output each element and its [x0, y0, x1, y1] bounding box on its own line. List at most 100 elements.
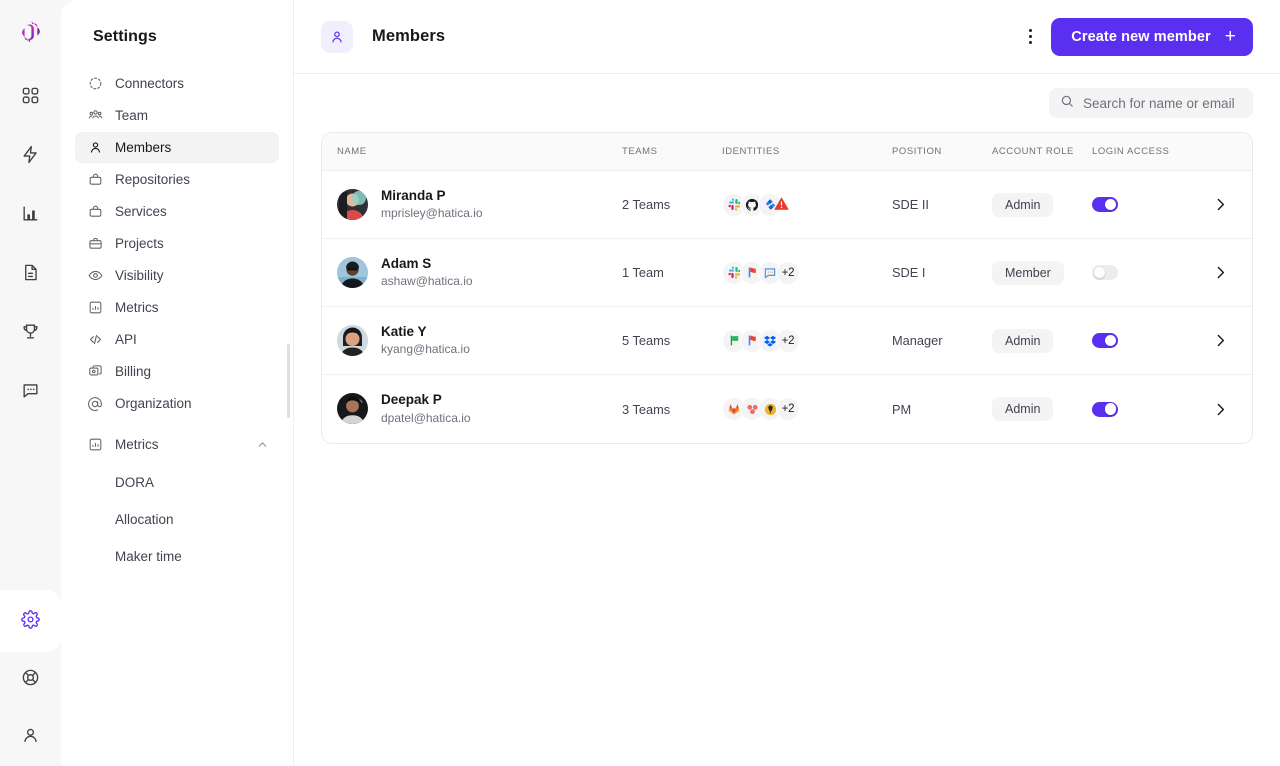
chevron-right-icon[interactable] [1212, 332, 1229, 349]
identities-cell: +2 [722, 397, 892, 421]
app-root: Settings Connectors Team Members Reposit… [0, 0, 1280, 766]
analytics-icon[interactable] [14, 196, 48, 230]
icon-rail [0, 0, 61, 766]
column-header-name: NAME [337, 146, 367, 157]
account-role-cell: Member [992, 260, 1092, 285]
sidebar-item-metrics[interactable]: Metrics [75, 292, 279, 323]
identity-stack: +2 [722, 260, 892, 285]
sidebar-item-organization[interactable]: Organization [75, 388, 279, 419]
hatica-logo[interactable] [15, 16, 47, 48]
create-new-member-button[interactable]: Create new member + [1051, 17, 1253, 56]
sidebar-subitem-maker-time[interactable]: Maker time [75, 541, 279, 571]
member-email: kyang@hatica.io [381, 342, 470, 357]
member-name-block: Adam S ashaw@hatica.io [381, 255, 473, 290]
member-identity-cell: Deepak P dpatel@hatica.io [322, 391, 622, 426]
sidebar-scrollbar[interactable] [284, 0, 293, 766]
page-title: Members [372, 27, 446, 45]
member-position: SDE II [892, 197, 929, 212]
chevron-right-icon[interactable] [1212, 401, 1229, 418]
identity-more-count[interactable]: +2 [776, 397, 800, 421]
dashboard-icon[interactable] [14, 78, 48, 112]
member-position: SDE I [892, 265, 926, 280]
login-access-toggle[interactable] [1092, 401, 1118, 417]
sidebar-item-visibility[interactable]: Visibility [75, 260, 279, 291]
sidebar-item-label: Visibility [115, 268, 164, 283]
row-actions [1212, 196, 1252, 213]
rail-primary-group [14, 78, 48, 407]
sidebar-item-members[interactable]: Members [75, 132, 279, 163]
plus-icon: + [1224, 25, 1236, 47]
sidebar-item-repositories[interactable]: Repositories [75, 164, 279, 195]
table-row[interactable]: Katie Y kyang@hatica.io 5 Teams +2 Manag… [322, 307, 1252, 375]
sidebar-scrollbar-thumb[interactable] [286, 344, 290, 418]
member-email: dpatel@hatica.io [381, 410, 471, 425]
profile-icon[interactable] [14, 718, 48, 752]
member-identity-cell: Miranda P mprisley@hatica.io [322, 187, 622, 222]
rail-bottom-group [14, 602, 48, 766]
login-access-toggle[interactable] [1092, 333, 1118, 348]
column-header-position: POSITION [892, 146, 942, 157]
member-name: Adam S [381, 255, 432, 271]
identities-cell: +2 [722, 260, 892, 285]
at-icon [87, 396, 103, 412]
identity-stack: +2 [722, 397, 892, 421]
member-icon [87, 140, 103, 156]
sidebar-item-services[interactable]: Services [75, 196, 279, 227]
support-icon[interactable] [14, 660, 48, 694]
table-row[interactable]: Deepak P dpatel@hatica.io 3 Teams +2 PM … [322, 375, 1252, 443]
sidebar-item-label: Members [115, 140, 172, 155]
repository-icon [87, 172, 103, 188]
sidebar-group-metrics[interactable]: Metrics [75, 429, 279, 460]
identities-cell: +2 [722, 328, 892, 353]
row-actions [1212, 401, 1252, 418]
metrics-group-icon [87, 437, 103, 453]
activity-icon[interactable] [14, 137, 48, 171]
table-header-row: NAME TEAMS IDENTITIES POSITION ACCOUNT R… [322, 133, 1252, 171]
identity-more-count[interactable]: +2 [776, 328, 800, 353]
identity-warning-icon[interactable] [773, 195, 790, 217]
sidebar-item-label: Billing [115, 364, 152, 379]
chevron-right-icon[interactable] [1212, 264, 1229, 281]
documents-icon[interactable] [14, 255, 48, 289]
sidebar-item-label: Repositories [115, 172, 191, 187]
sidebar-item-label: API [115, 332, 137, 347]
sidebar-item-connectors[interactable]: Connectors [75, 68, 279, 99]
sidebar-title: Settings [93, 28, 157, 45]
member-icon [321, 20, 353, 53]
identity-stack: +2 [722, 328, 892, 353]
identity-more-count[interactable]: +2 [776, 260, 800, 285]
main-content: Members Create new member + Search for n… [293, 0, 1280, 766]
status-badge: Admin [992, 328, 1054, 353]
service-icon [87, 204, 103, 220]
settings-icon[interactable] [14, 602, 48, 636]
login-access-toggle[interactable] [1092, 265, 1118, 280]
settings-sidebar: Settings Connectors Team Members Reposit… [61, 0, 293, 766]
table-row[interactable]: Adam S ashaw@hatica.io 1 Team +2 SDE I M… [322, 239, 1252, 307]
login-access-cell [1092, 401, 1212, 417]
sidebar-group-label: Metrics [115, 437, 159, 452]
login-access-cell [1092, 197, 1212, 212]
chevron-right-icon[interactable] [1212, 196, 1229, 213]
eye-icon [87, 268, 103, 284]
member-identity-cell: Katie Y kyang@hatica.io [322, 323, 622, 358]
account-role-cell: Admin [992, 328, 1092, 353]
member-name: Katie Y [381, 323, 427, 339]
kebab-menu-icon[interactable] [1017, 22, 1043, 52]
search-box[interactable] [1049, 88, 1253, 118]
avatar [337, 256, 368, 288]
sidebar-item-billing[interactable]: Billing [75, 356, 279, 387]
sidebar-subitem-dora[interactable]: DORA [75, 467, 279, 497]
sidebar-item-projects[interactable]: Projects [75, 228, 279, 259]
login-access-toggle[interactable] [1092, 197, 1118, 212]
search-input[interactable] [1083, 95, 1242, 111]
member-email: ashaw@hatica.io [381, 274, 473, 289]
chevron-up-icon[interactable] [255, 438, 269, 452]
sidebar-item-team[interactable]: Team [75, 100, 279, 131]
goals-icon[interactable] [14, 314, 48, 348]
sidebar-item-api[interactable]: API [75, 324, 279, 355]
member-name-block: Miranda P mprisley@hatica.io [381, 187, 483, 222]
member-position: PM [892, 401, 912, 417]
sidebar-subitem-allocation[interactable]: Allocation [75, 504, 279, 534]
table-toolbar [294, 74, 1280, 132]
feedback-icon[interactable] [14, 373, 48, 407]
